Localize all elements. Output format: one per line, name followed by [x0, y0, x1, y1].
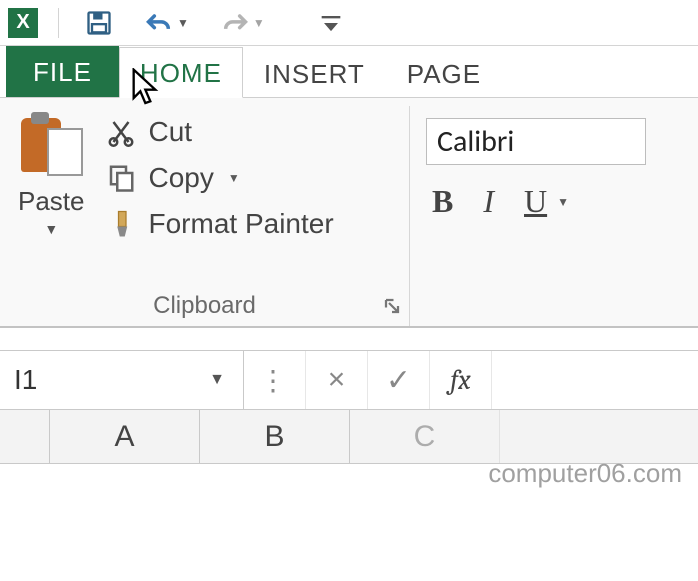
font-style-row: B I U ▼: [426, 183, 682, 220]
undo-dropdown-icon[interactable]: ▼: [177, 16, 189, 30]
tab-page-layout[interactable]: PAGE: [386, 48, 502, 98]
tab-file[interactable]: FILE: [6, 46, 119, 98]
column-header[interactable]: B: [200, 410, 350, 463]
undo-icon: [145, 9, 173, 37]
grip-handle: ⋮: [244, 351, 306, 409]
group-clipboard-title: Clipboard: [14, 288, 395, 322]
customize-dropdown-icon: [317, 9, 345, 37]
group-font: B I U ▼: [410, 106, 698, 326]
save-button[interactable]: [79, 5, 119, 41]
name-box-dropdown-icon[interactable]: ▼: [209, 371, 225, 389]
enter-formula-button[interactable]: ✓: [368, 351, 430, 409]
formula-bar-row: I1 ▼ ⋮ × ✓ fx: [0, 350, 698, 410]
paste-label: Paste: [18, 186, 85, 217]
redo-button[interactable]: ▼: [215, 5, 271, 41]
tab-insert[interactable]: INSERT: [243, 48, 386, 98]
excel-app-icon: [8, 8, 38, 38]
column-header-row: A B C: [0, 410, 698, 464]
group-clipboard: Paste ▼ Cut Copy ▼: [0, 106, 410, 326]
paintbrush-icon: [103, 208, 139, 240]
redo-icon: [221, 9, 249, 37]
underline-dropdown-icon[interactable]: ▼: [557, 195, 569, 209]
qat-customize-button[interactable]: [311, 5, 351, 41]
cut-label: Cut: [149, 116, 193, 148]
select-all-corner[interactable]: [0, 410, 50, 463]
save-floppy-icon: [85, 9, 113, 37]
font-name-combo[interactable]: [426, 118, 646, 165]
ribbon-tabs: FILE HOME INSERT PAGE: [0, 46, 698, 98]
paste-dropdown-icon[interactable]: ▼: [44, 221, 58, 237]
column-header[interactable]: A: [50, 410, 200, 463]
undo-button[interactable]: ▼: [139, 5, 195, 41]
underline-button[interactable]: U: [524, 183, 547, 220]
fx-icon: fx: [450, 364, 470, 396]
clipboard-paste-icon: [19, 112, 83, 182]
scissors-icon: [103, 116, 139, 148]
tab-home[interactable]: HOME: [119, 47, 243, 98]
ribbon: Paste ▼ Cut Copy ▼: [0, 98, 698, 328]
clipboard-dialog-launcher[interactable]: [383, 297, 401, 320]
paste-button[interactable]: Paste ▼: [14, 112, 89, 288]
clipboard-tool-list: Cut Copy ▼ Format Painter: [103, 116, 334, 288]
italic-button[interactable]: I: [483, 183, 494, 220]
name-box[interactable]: I1 ▼: [0, 351, 244, 409]
dialog-launcher-icon: [383, 297, 401, 315]
insert-function-button[interactable]: fx: [430, 351, 492, 409]
qat-separator: [58, 8, 59, 38]
watermark: computer06.com: [488, 458, 682, 489]
cancel-formula-button[interactable]: ×: [306, 351, 368, 409]
redo-dropdown-icon[interactable]: ▼: [253, 16, 265, 30]
copy-icon: [103, 162, 139, 194]
copy-dropdown-icon[interactable]: ▼: [228, 171, 240, 185]
cut-button[interactable]: Cut: [103, 116, 334, 148]
column-header[interactable]: C: [350, 410, 500, 463]
name-box-value: I1: [14, 364, 37, 396]
format-painter-label: Format Painter: [149, 208, 334, 240]
copy-button[interactable]: Copy ▼: [103, 162, 334, 194]
format-painter-button[interactable]: Format Painter: [103, 208, 334, 240]
bold-button[interactable]: B: [432, 183, 453, 220]
copy-label: Copy: [149, 162, 214, 194]
title-bar: ▼ ▼: [0, 0, 698, 46]
